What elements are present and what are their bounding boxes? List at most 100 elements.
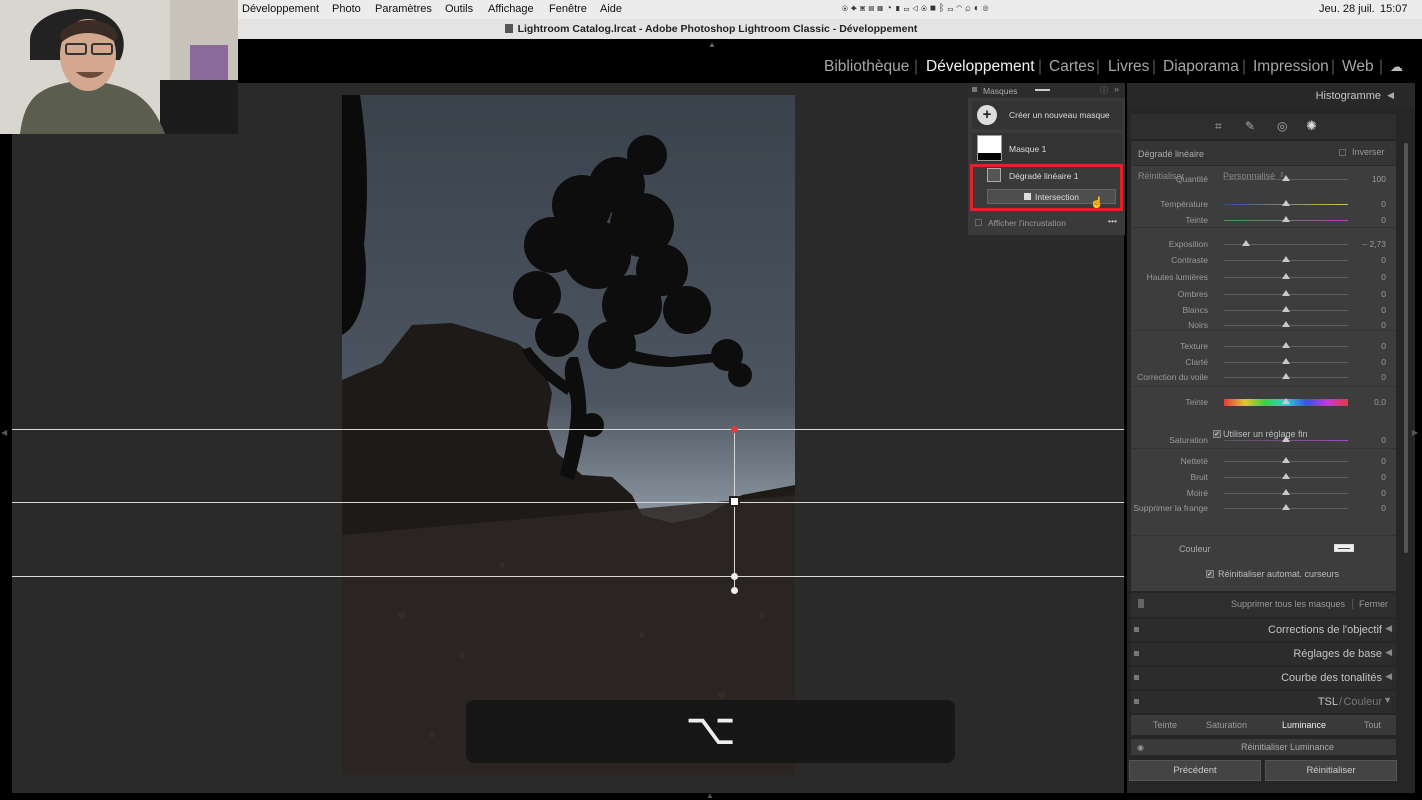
menu-outils[interactable]: Outils (445, 3, 473, 15)
photo[interactable] (342, 95, 795, 775)
slider-row[interactable]: Hautes lumières 0 (1131, 270, 1396, 285)
module-impression[interactable]: Impression (1253, 58, 1329, 76)
slider-thumb[interactable] (1282, 200, 1290, 206)
minimize-icon[interactable] (1035, 89, 1050, 91)
slider-thumb[interactable] (1282, 504, 1290, 510)
slider-value[interactable]: 0 (1381, 289, 1386, 299)
mask-1-item[interactable]: Masque 1 (972, 133, 1122, 163)
more-options-icon[interactable]: ••• (1108, 216, 1117, 226)
slider-value[interactable]: 100 (1372, 174, 1386, 184)
slider-thumb[interactable] (1282, 175, 1290, 181)
slider-thumb[interactable] (1282, 473, 1290, 479)
module-livres[interactable]: Livres (1108, 58, 1149, 76)
menu-affichage[interactable]: Affichage (488, 3, 534, 15)
slider-row[interactable]: Blancs 0 (1131, 303, 1396, 318)
slider-row[interactable]: Température 0 (1131, 197, 1396, 212)
previous-button[interactable]: Précédent (1129, 760, 1261, 781)
slider-row[interactable]: Moiré 0 (1131, 486, 1396, 501)
slider-value[interactable]: 0,0 (1374, 397, 1386, 407)
basic-header[interactable]: Réglages de base ◀ (1131, 643, 1396, 665)
hsl-label[interactable]: TSL (1318, 696, 1338, 708)
filmstrip-toggle-icon[interactable]: ▲ (706, 791, 714, 800)
slider-value[interactable]: 0 (1381, 215, 1386, 225)
tab-saturation[interactable]: Saturation (1206, 720, 1247, 730)
close-masks-button[interactable]: Fermer (1352, 599, 1388, 609)
slider-row[interactable]: Netteté 0 (1131, 454, 1396, 469)
scrollbar[interactable] (1404, 143, 1408, 553)
slider-value[interactable]: 0 (1381, 472, 1386, 482)
slider-value[interactable]: 0 (1381, 372, 1386, 382)
slider-thumb[interactable] (1282, 273, 1290, 279)
slider-value[interactable]: – 2,73 (1362, 239, 1386, 249)
slider-value[interactable]: 0 (1381, 435, 1386, 445)
invert-checkbox[interactable] (1339, 149, 1346, 156)
slider-value[interactable]: 0 (1381, 320, 1386, 330)
create-mask-button[interactable]: + Créer un nouveau masque (972, 101, 1122, 129)
module-diaporama[interactable]: Diaporama (1163, 58, 1239, 76)
target-adjust-icon[interactable]: ◉ (1137, 743, 1144, 752)
reset-luminance-button[interactable]: Réinitialiser Luminance (1241, 742, 1334, 752)
slider-value[interactable]: 0 (1381, 503, 1386, 513)
right-panel-toggle-icon[interactable]: ▶ (1412, 428, 1418, 437)
gradient-line-bottom[interactable] (12, 576, 1124, 577)
slider-row[interactable]: Clarté 0 (1131, 355, 1396, 370)
slider-row[interactable]: Ombres 0 (1131, 287, 1396, 302)
module-developpement[interactable]: Développement (926, 58, 1035, 76)
menu-photo[interactable]: Photo (332, 3, 361, 15)
crop-icon[interactable]: ⌗ (1215, 119, 1222, 134)
color-tab-label[interactable]: Couleur (1343, 696, 1382, 708)
slider-thumb[interactable] (1282, 216, 1290, 222)
status-icons[interactable]: ◉ ✦ ▣ ▤ ▦ ◔ ▮ ▭ ◁ ◉ ■ ᛒ ▭ ◠ ⌕ ◐ ◎ (842, 3, 989, 14)
histogram-header[interactable]: Histogramme ◀ (1127, 83, 1415, 109)
help-icon[interactable]: ⓘ (1100, 85, 1108, 96)
menu-developpement[interactable]: Développement (242, 3, 319, 15)
expand-icon[interactable]: » (1114, 84, 1119, 94)
fine-tune-checkbox[interactable]: ✓ (1213, 430, 1221, 438)
slider-row[interactable]: Contraste 0 (1131, 253, 1396, 268)
module-web[interactable]: Web (1342, 58, 1374, 76)
gradient-pin[interactable] (729, 496, 740, 507)
slider-thumb[interactable] (1282, 290, 1290, 296)
slider-row[interactable]: Texture 0 (1131, 339, 1396, 354)
tab-teinte[interactable]: Teinte (1153, 720, 1177, 730)
tab-luminance[interactable]: Luminance (1282, 720, 1326, 730)
menu-fenetre[interactable]: Fenêtre (549, 3, 587, 15)
menu-aide[interactable]: Aide (600, 3, 622, 15)
slider-value[interactable]: 0 (1381, 341, 1386, 351)
slider-value[interactable]: 0 (1381, 357, 1386, 367)
delete-icon[interactable] (1138, 599, 1144, 608)
slider-row[interactable]: Teinte 0,0 (1131, 395, 1396, 410)
hsl-header[interactable]: TSL / Couleur ▼ (1131, 691, 1396, 713)
red-eye-icon[interactable]: ◎ (1277, 119, 1287, 133)
tone-curve-header[interactable]: Courbe des tonalités ◀ (1131, 667, 1396, 689)
masking-icon[interactable]: ✺ (1306, 118, 1317, 134)
slider-row[interactable]: Supprimer la frange 0 (1131, 501, 1396, 516)
healing-icon[interactable]: ✎ (1245, 119, 1255, 133)
slider-row[interactable]: Quantité 100 (1131, 172, 1396, 187)
menu-parametres[interactable]: Paramètres (375, 3, 432, 15)
gradient-line-top[interactable] (12, 429, 1124, 430)
slider-row[interactable]: Exposition – 2,73 (1131, 237, 1396, 252)
slider-thumb[interactable] (1282, 457, 1290, 463)
tab-tout[interactable]: Tout (1364, 720, 1381, 730)
slider-thumb[interactable] (1282, 489, 1290, 495)
gradient-rotate-handle[interactable] (731, 587, 738, 594)
auto-reset-checkbox[interactable]: ✓ (1206, 570, 1214, 578)
slider-value[interactable]: 0 (1381, 272, 1386, 282)
slider-thumb[interactable] (1282, 358, 1290, 364)
module-cartes[interactable]: Cartes (1049, 58, 1095, 76)
slider-thumb[interactable] (1282, 373, 1290, 379)
slider-thumb[interactable] (1282, 342, 1290, 348)
slider-value[interactable]: 0 (1381, 456, 1386, 466)
left-panel-toggle-icon[interactable]: ◀ (1, 428, 7, 437)
slider-thumb[interactable] (1282, 256, 1290, 262)
lens-corrections-header[interactable]: Corrections de l'objectif ◀ (1131, 619, 1396, 641)
masks-header[interactable]: Masques ⓘ » (968, 83, 1125, 98)
collapse-triangle-icon[interactable]: ◀ (1387, 90, 1394, 101)
overlay-checkbox[interactable] (975, 219, 982, 226)
slider-row[interactable]: Correction du voile 0 (1131, 370, 1396, 385)
gradient-line-center[interactable] (12, 502, 1124, 503)
slider-value[interactable]: 0 (1381, 255, 1386, 265)
delete-all-masks-button[interactable]: Supprimer tous les masques (1231, 599, 1345, 609)
gradient-handle-top[interactable] (731, 426, 738, 433)
